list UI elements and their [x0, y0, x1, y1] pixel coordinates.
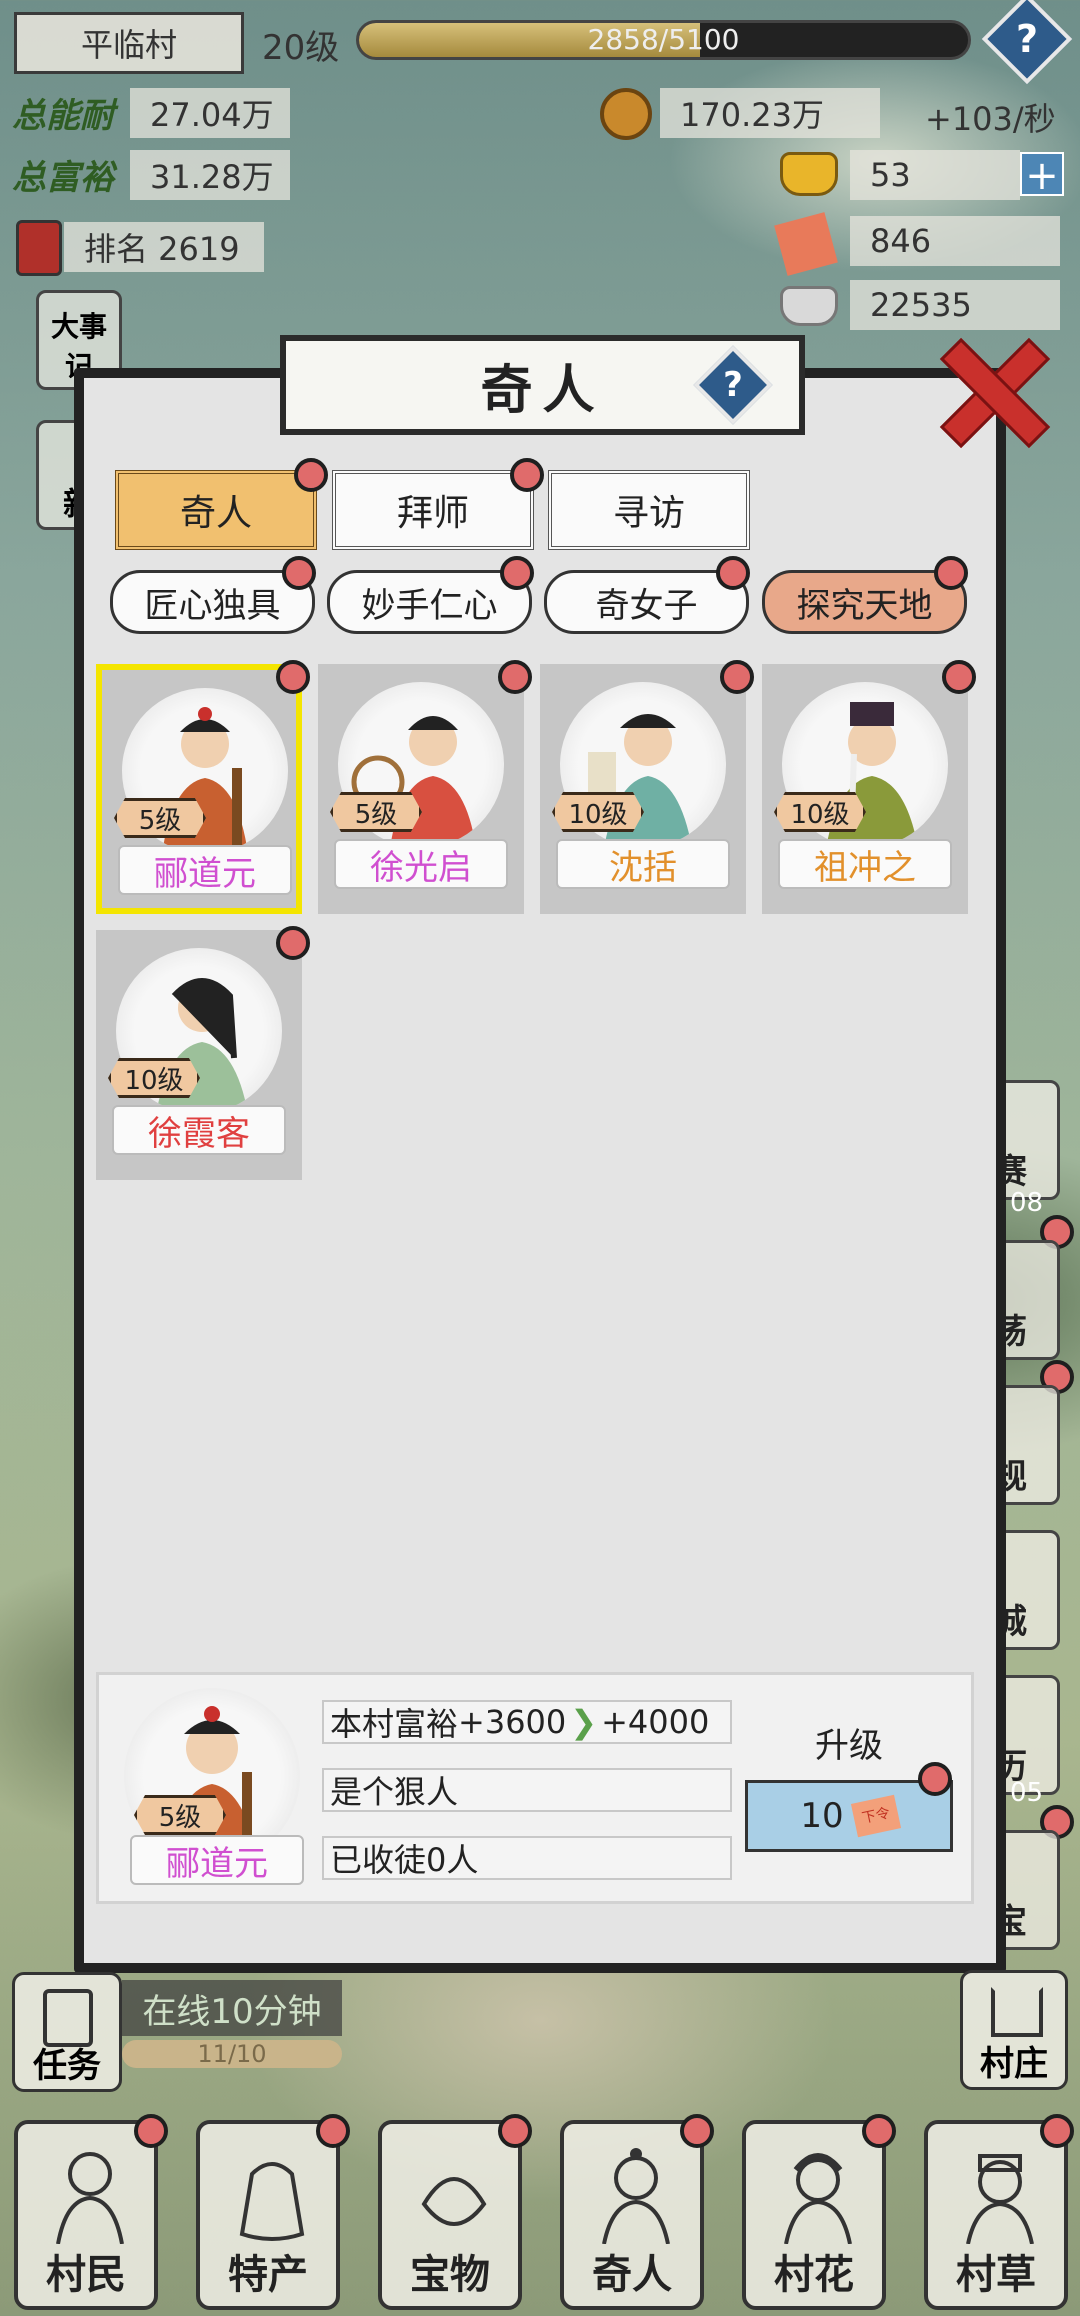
decree-ticket-icon: 下令: [850, 1794, 901, 1838]
sack-icon: [232, 2144, 312, 2244]
character-name: 祖冲之: [778, 839, 952, 889]
level-badge: 5级: [330, 792, 422, 832]
wealth-label: 总富裕: [12, 158, 114, 198]
nav-specialty[interactable]: 特产: [196, 2120, 340, 2310]
nav-treasure[interactable]: 宝物: [378, 2120, 522, 2310]
nav-villagers[interactable]: 村民: [14, 2120, 158, 2310]
detail-level-badge: 5级: [134, 1795, 226, 1835]
add-gold-button[interactable]: +: [1020, 152, 1064, 198]
nav-qiren[interactable]: 奇人: [560, 2120, 704, 2310]
online-reward-banner[interactable]: 在线10分钟: [122, 1980, 342, 2036]
level-label: 20级: [262, 28, 340, 68]
notification-dot: [316, 2114, 350, 2148]
treasure-icon: [414, 2144, 494, 2244]
village-name-box[interactable]: 平临村: [14, 12, 244, 74]
notification-dot: [510, 458, 544, 492]
modal-title: 奇人: [480, 359, 605, 421]
character-card-xu-xiake[interactable]: 10级 徐霞客: [96, 930, 302, 1180]
tab-xunfang[interactable]: 寻访: [548, 470, 750, 550]
online-progress-bar: 11/10: [122, 2040, 342, 2068]
silver-value: 22535: [850, 280, 1060, 330]
bonus-row: 本村富裕 +3600 ❯ +4000: [322, 1700, 732, 1744]
notification-dot: [134, 2114, 168, 2148]
notification-dot: [500, 556, 534, 590]
silver-ingot-icon: [780, 286, 838, 326]
notification-dot: [498, 660, 532, 694]
notification-dot: [720, 660, 754, 694]
side-count-sai: 08: [1010, 1188, 1044, 1218]
maiden-icon: [778, 2144, 858, 2245]
level-badge: 10级: [108, 1058, 200, 1098]
rank-value[interactable]: 排名 2619: [64, 222, 264, 272]
notification-dot: [282, 556, 316, 590]
notification-dot: [498, 2114, 532, 2148]
experience-bar: 2858/5100: [356, 20, 971, 60]
motto-row: 是个狠人: [322, 1768, 732, 1812]
coin-rate: +103/秒: [925, 100, 1056, 138]
talent-label: 总能耐: [12, 96, 114, 136]
rank-badge-icon: [16, 220, 62, 276]
notification-dot: [918, 1762, 952, 1796]
experience-text: 2858/5100: [587, 23, 740, 56]
gold-value: 53: [850, 150, 1020, 200]
disciples-row: 已收徒0人: [322, 1836, 732, 1880]
house-icon: [991, 1987, 1043, 2037]
notification-dot: [934, 556, 968, 590]
close-icon[interactable]: [935, 335, 1045, 445]
notification-dot: [716, 556, 750, 590]
notification-dot: [1040, 2114, 1074, 2148]
level-badge: 10级: [552, 792, 644, 832]
tab-baishi[interactable]: 拜师: [332, 470, 534, 550]
arrow-right-icon: ❯: [570, 1703, 598, 1741]
young-man-icon: [960, 2144, 1040, 2245]
notification-dot: [862, 2114, 896, 2148]
gold-ingot-icon: [780, 152, 838, 196]
side-count-li: 05: [1010, 1778, 1044, 1808]
upgrade-label: 升级: [815, 1726, 883, 1766]
character-name: 郦道元: [118, 845, 292, 895]
scholar-icon: [596, 2144, 676, 2245]
village-name: 平临村: [80, 26, 177, 64]
nav-village-beauty[interactable]: 村花: [742, 2120, 886, 2310]
notification-dot: [680, 2114, 714, 2148]
level-badge: 10级: [774, 792, 866, 832]
notification-dot: [276, 660, 310, 694]
character-name: 徐光启: [334, 839, 508, 889]
character-card-shen-kuo[interactable]: 10级 沈括: [540, 664, 746, 914]
notification-dot: [294, 458, 328, 492]
wealth-value: 31.28万: [130, 150, 290, 200]
character-name: 沈括: [556, 839, 730, 889]
detail-name: 郦道元: [130, 1835, 304, 1885]
talent-value: 27.04万: [130, 88, 290, 138]
level-badge: 5级: [114, 798, 206, 838]
nav-village-hunk[interactable]: 村草: [924, 2120, 1068, 2310]
village-button[interactable]: 村庄: [960, 1970, 1068, 2090]
coin-icon: [600, 88, 652, 140]
coin-value: 170.23万: [660, 88, 880, 138]
notification-dot: [276, 926, 310, 960]
character-card-li-daoyuan[interactable]: 5级 郦道元: [96, 664, 302, 914]
tab-qiren[interactable]: 奇人: [115, 470, 317, 550]
character-name: 徐霞客: [112, 1105, 286, 1155]
notification-dot: [942, 660, 976, 694]
villager-icon: [50, 2144, 130, 2245]
character-card-zu-chongzhi[interactable]: 10级 祖冲之: [762, 664, 968, 914]
character-card-xu-guangqi[interactable]: 5级 徐光启: [318, 664, 524, 914]
ticket-value: 846: [850, 216, 1060, 266]
quest-button[interactable]: 任务: [12, 1972, 122, 2092]
